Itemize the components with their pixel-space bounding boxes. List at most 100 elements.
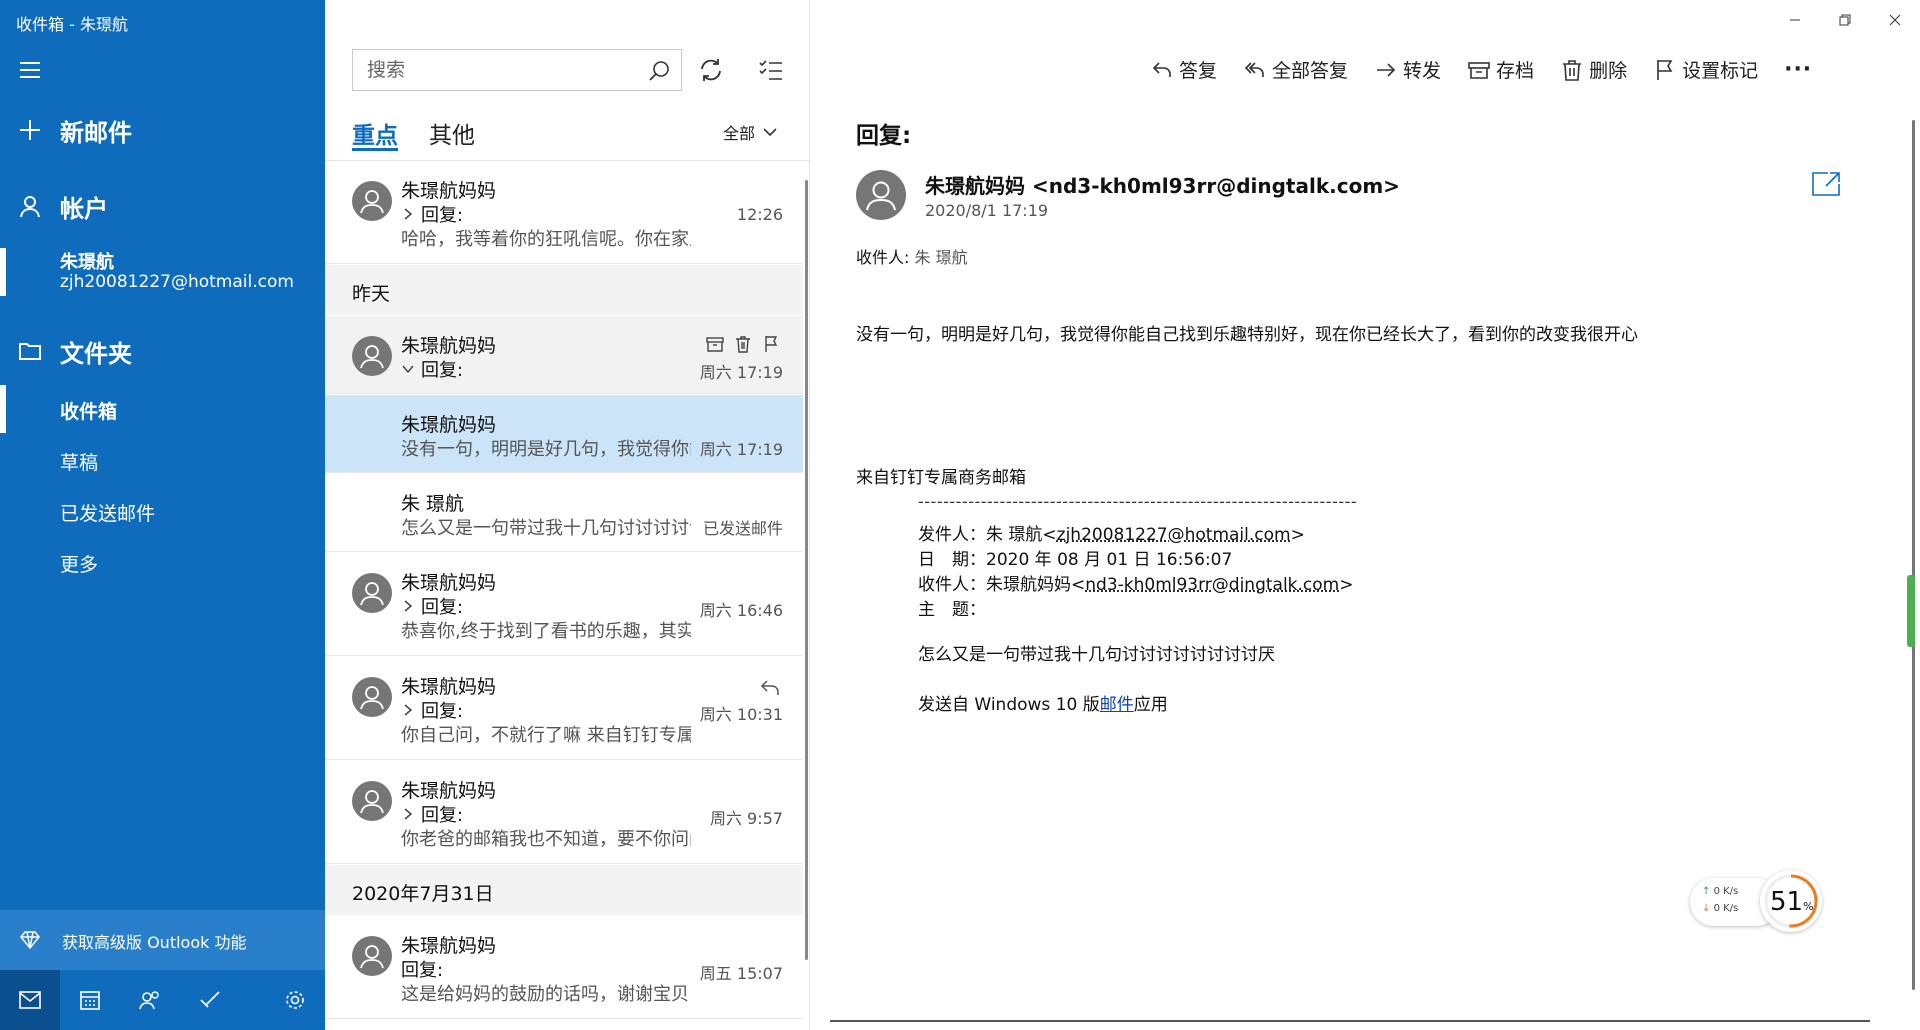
subject-text: 回复: (421, 805, 464, 826)
active-indicator (0, 385, 6, 433)
download-arrow-icon: ↓ (1702, 903, 1711, 914)
hamburger-menu-icon[interactable] (16, 58, 44, 82)
sender-avatar (856, 170, 906, 220)
chevron-down-icon[interactable] (401, 362, 415, 376)
search-input[interactable] (353, 50, 638, 90)
accounts-button[interactable]: 帐户 (0, 188, 325, 224)
plus-icon (17, 117, 43, 143)
folder-label: 草稿 (60, 452, 99, 474)
search-box (352, 49, 682, 91)
filter-dropdown[interactable]: 全部 (723, 120, 777, 144)
list-item[interactable]: 朱璟航妈妈 回复: 恭喜你,终于找到了看书的乐趣，其实 周六 16:46 (325, 553, 803, 656)
tab-focused[interactable]: 重点 (352, 116, 398, 151)
tab-other[interactable]: 其他 (429, 116, 475, 150)
folder-icon (17, 338, 43, 364)
list-scrollbar[interactable] (805, 180, 808, 960)
archive-button[interactable]: 存档 (1467, 56, 1534, 83)
folder-more[interactable]: 更多 (0, 538, 325, 586)
message-signature: 来自钉钉专属商务邮箱 (856, 468, 1026, 488)
folder-sent[interactable]: 已发送邮件 (0, 487, 325, 535)
delete-button[interactable]: 删除 (1560, 56, 1627, 83)
upload-arrow-icon: ↑ (1702, 886, 1711, 897)
replied-icon (760, 680, 779, 695)
message-date: 2020/8/1 17:19 (925, 201, 1049, 220)
new-mail-button[interactable]: 新邮件 (0, 112, 325, 148)
avatar (352, 181, 392, 221)
settings-icon[interactable] (265, 970, 325, 1030)
message-subject-heading: 回复: (856, 123, 912, 149)
minimize-icon[interactable] (1770, 0, 1820, 40)
reply-button[interactable]: 答复 (1150, 56, 1217, 83)
selection-mode-icon[interactable] (757, 56, 785, 84)
message-subject: 回复: (401, 356, 463, 382)
list-item[interactable]: 朱璟航妈妈 回复: 你自己问，不就行了嘛 来自钉钉专属 周六 10:31 (325, 657, 803, 760)
list-item[interactable]: 朱 璟航 怎么又是一句带过我十几句讨讨讨讨讨讨讨讨讨厌 已发送邮件 (325, 474, 803, 552)
upgrade-label: 获取高级版 Outlook 功能 (62, 933, 247, 952)
mail-app-link[interactable]: 邮件 (1100, 695, 1134, 715)
quoted-to-email[interactable]: nd3-kh0ml93rr@dingtalk.com (1085, 575, 1339, 595)
mail-icon[interactable] (0, 970, 60, 1030)
list-item[interactable]: 朱璟航妈妈 回复: 周六 17:19 (325, 316, 803, 394)
todo-icon[interactable] (180, 970, 240, 1030)
archive-icon[interactable] (705, 334, 725, 354)
popout-icon[interactable] (1810, 170, 1842, 198)
window-controls (1770, 0, 1920, 40)
reply-label: 答复 (1179, 60, 1218, 82)
upgrade-button[interactable]: 获取高级版 Outlook 功能 (0, 910, 325, 970)
delete-icon[interactable] (733, 334, 753, 354)
message-sender: 朱璟航妈妈 (401, 935, 497, 957)
list-item[interactable]: 朱璟航妈妈 回复: 这是给妈妈的鼓励的话吗，谢谢宝贝 周五 15:07 (325, 916, 803, 1019)
folders-button[interactable]: 文件夹 (0, 333, 325, 369)
folder-label: 更多 (60, 554, 99, 576)
message-time: 周六 17:19 (699, 363, 783, 382)
forward-button[interactable]: 转发 (1374, 56, 1441, 83)
reply-all-button[interactable]: 全部答复 (1243, 56, 1348, 83)
close-icon[interactable] (1870, 0, 1920, 40)
reading-pane: 答复 全部答复 转发 存档 删除 设置标记 ··· 回复: 朱璟航妈妈 <nd3… (810, 0, 1920, 1030)
search-icon[interactable] (647, 59, 671, 83)
avatar (352, 573, 392, 613)
restore-icon[interactable] (1820, 0, 1870, 40)
recipient-name[interactable]: 朱 璟航 (914, 248, 967, 267)
folder-inbox[interactable]: 收件箱 (0, 385, 325, 433)
sync-icon[interactable] (697, 56, 725, 84)
message-sender: 朱璟航妈妈 (401, 780, 497, 802)
sender-name[interactable]: 朱璟航妈妈 <nd3-kh0ml93rr@dingtalk.com> (925, 170, 1400, 199)
list-item[interactable]: 朱璟航妈妈 回复: 你老爸的邮箱我也不知道，要不你问问 周六 9:57 (325, 761, 803, 864)
chevron-down-icon (763, 127, 777, 137)
reading-scrollbar[interactable] (1912, 120, 1915, 990)
message-body: 没有一句，明明是好几句，我觉得你能自己找到乐趣特别好，现在你已经长大了，看到你的… (856, 325, 1638, 345)
list-item[interactable]: 朱璟航妈妈 没有一句，明明是好几句，我觉得你能自己找到乐趣特别好 周六 17:1… (325, 395, 803, 473)
chevron-right-icon[interactable] (401, 599, 415, 613)
quoted-from-email[interactable]: zjh20081227@hotmail.com (1057, 525, 1291, 545)
message-toolbar: 答复 全部答复 转发 存档 删除 设置标记 ··· (1150, 56, 1812, 83)
quote-separator: ----------------------------------------… (918, 492, 1358, 511)
message-time: 周六 10:31 (699, 705, 783, 724)
scrollbar-thumb[interactable] (1907, 575, 1915, 647)
more-options-button[interactable]: ··· (1784, 57, 1812, 82)
message-preview: 你老爸的邮箱我也不知道，要不你问问 (401, 829, 691, 850)
message-sender: 朱璟航妈妈 (401, 414, 497, 436)
folders-label: 文件夹 (60, 339, 132, 368)
forward-icon (1377, 62, 1396, 77)
list-item[interactable]: 朱璟航妈妈 回复: 哈哈，我等着你的狂吼信呢。你在家里都 12:26 (325, 161, 803, 264)
message-subject: 回复: (401, 801, 463, 827)
account-entry[interactable]: 朱璟航 zjh20081227@hotmail.com (0, 240, 325, 302)
flag-button[interactable]: 设置标记 (1653, 56, 1758, 83)
subject-text: 回复: (421, 205, 464, 226)
chevron-right-icon[interactable] (401, 703, 415, 717)
message-subject: 回复: (401, 201, 463, 227)
subject-text: 回复: (421, 701, 464, 722)
flag-icon[interactable] (761, 334, 781, 354)
calendar-icon[interactable] (60, 970, 120, 1030)
network-speed-widget[interactable]: ↑ 0 K/s ↓ 0 K/s 51% (1690, 870, 1822, 932)
account-name: 朱璟航 (60, 252, 114, 273)
group-label: 昨天 (352, 283, 391, 305)
chevron-right-icon[interactable] (401, 807, 415, 821)
chevron-right-icon[interactable] (401, 207, 415, 221)
folder-drafts[interactable]: 草稿 (0, 436, 325, 484)
people-icon[interactable] (120, 970, 180, 1030)
avatar (352, 336, 392, 376)
avatar (352, 936, 392, 976)
avatar (352, 781, 392, 821)
